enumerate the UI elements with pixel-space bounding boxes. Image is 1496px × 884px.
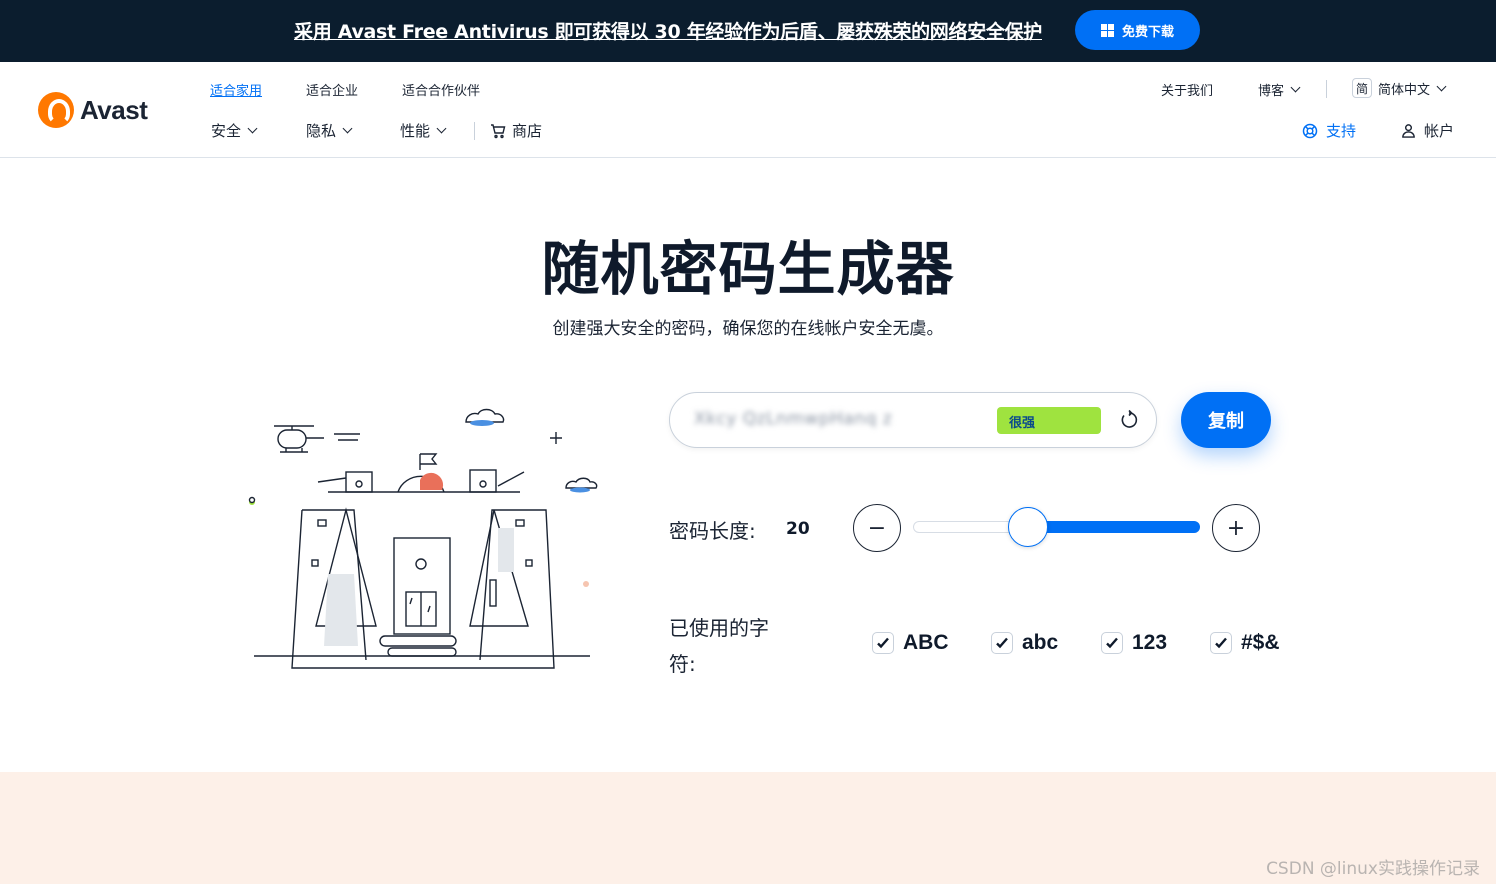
option-numbers[interactable]: 123 — [1101, 631, 1167, 655]
uppercase-checkbox[interactable] — [872, 632, 894, 654]
page-subtitle: 创建强大安全的密码，确保您的在线帐户安全无虞。 — [552, 319, 944, 339]
characters-used-label: 已使用的字符: — [669, 616, 769, 676]
nav-security[interactable]: 安全 — [211, 120, 258, 141]
generated-password[interactable]: Xkcy QzLnmwpHanq z — [694, 409, 892, 429]
decor-dot — [248, 496, 256, 504]
segment-partners[interactable]: 适合合作伙伴 — [402, 80, 480, 99]
language-label: 简体中文 — [1378, 82, 1431, 98]
avast-logo-icon — [38, 92, 74, 128]
nav-store[interactable]: 商店 — [490, 120, 542, 141]
language-icon: 简 — [1352, 78, 1372, 98]
free-download-label: 免费下载 — [1121, 24, 1174, 40]
checkmark-icon — [996, 637, 1008, 649]
decor-dot — [583, 581, 589, 587]
account-link[interactable]: 帐户 — [1401, 120, 1454, 141]
nav-performance[interactable]: 性能 — [400, 120, 447, 141]
numbers-label: 123 — [1132, 631, 1168, 654]
promo-banner: 采用 Avast Free Antivirus 即可获得以 30 年经验作为后盾… — [0, 0, 1496, 62]
chevron-down-icon — [1436, 81, 1447, 91]
castle-illustration — [248, 408, 598, 669]
page-title: 随机密码生成器 — [541, 235, 955, 303]
nav-privacy-label: 隐私 — [306, 122, 337, 140]
nav-divider — [474, 122, 475, 140]
windows-icon — [1100, 23, 1114, 37]
lowercase-checkbox[interactable] — [991, 632, 1013, 654]
blog-label: 博客 — [1258, 84, 1285, 99]
password-length-value: 20 — [786, 519, 810, 539]
language-selector[interactable]: 简 简体中文 — [1352, 78, 1447, 98]
logo-text: Avast — [80, 94, 148, 125]
password-field[interactable]: Xkcy QzLnmwpHanq z 很强 — [669, 392, 1157, 448]
sparkle-icon — [550, 432, 562, 444]
slider-thumb[interactable] — [1007, 507, 1048, 547]
nav-privacy[interactable]: 隐私 — [306, 120, 353, 141]
about-link[interactable]: 关于我们 — [1161, 80, 1213, 99]
watermark: CSDN @linux实践操作记录 — [1266, 859, 1480, 879]
cloud-icon — [565, 477, 598, 493]
user-icon — [1402, 124, 1415, 138]
decrease-length-button[interactable]: − — [853, 504, 901, 552]
segment-home[interactable]: 适合家用 — [210, 80, 262, 99]
chevron-down-icon — [1290, 82, 1301, 93]
plus-icon: + — [1226, 515, 1246, 541]
slider-fill — [1027, 521, 1200, 533]
regenerate-icon[interactable] — [1118, 409, 1140, 431]
segment-business[interactable]: 适合企业 — [306, 80, 358, 99]
symbols-label: #$& — [1241, 631, 1280, 654]
minus-icon: − — [867, 515, 887, 541]
account-label: 帐户 — [1424, 122, 1455, 140]
strength-badge: 很强 — [997, 407, 1101, 434]
avast-logo[interactable]: Avast — [38, 92, 148, 128]
chevron-down-icon — [436, 123, 447, 134]
numbers-checkbox[interactable] — [1101, 632, 1123, 654]
copy-button[interactable]: 复制 — [1181, 392, 1271, 448]
cart-icon — [491, 123, 506, 138]
option-symbols[interactable]: #$& — [1210, 631, 1280, 655]
symbols-checkbox[interactable] — [1210, 632, 1232, 654]
lowercase-label: abc — [1022, 631, 1059, 654]
cloud-icon — [465, 408, 505, 426]
password-length-label: 密码长度: — [669, 519, 756, 543]
option-uppercase[interactable]: ABC — [872, 631, 949, 655]
chevron-down-icon — [342, 123, 353, 134]
nav-store-label: 商店 — [512, 122, 543, 140]
support-link[interactable]: 支持 — [1302, 120, 1356, 141]
option-lowercase[interactable]: abc — [991, 631, 1058, 655]
checkmark-icon — [1215, 637, 1227, 649]
about-label: 关于我们 — [1161, 84, 1214, 99]
lang-divider — [1326, 80, 1327, 98]
increase-length-button[interactable]: + — [1212, 504, 1260, 552]
uppercase-label: ABC — [903, 631, 949, 654]
chevron-down-icon — [247, 123, 258, 134]
site-header: Avast 适合家用 适合企业 适合合作伙伴 安全 隐私 性能 商店 关于我们 … — [0, 62, 1496, 158]
helicopter-icon — [274, 425, 360, 453]
support-label: 支持 — [1326, 122, 1357, 140]
length-slider[interactable] — [913, 507, 1200, 547]
promo-link[interactable]: 采用 Avast Free Antivirus 即可获得以 30 年经验作为后盾… — [294, 17, 1042, 44]
checkmark-icon — [877, 637, 889, 649]
nav-security-label: 安全 — [211, 122, 242, 140]
checkmark-icon — [1106, 637, 1118, 649]
free-download-button[interactable]: 免费下载 — [1075, 10, 1200, 50]
nav-performance-label: 性能 — [400, 122, 431, 140]
lifebuoy-icon — [1302, 123, 1318, 138]
blog-menu[interactable]: 博客 — [1258, 80, 1301, 99]
